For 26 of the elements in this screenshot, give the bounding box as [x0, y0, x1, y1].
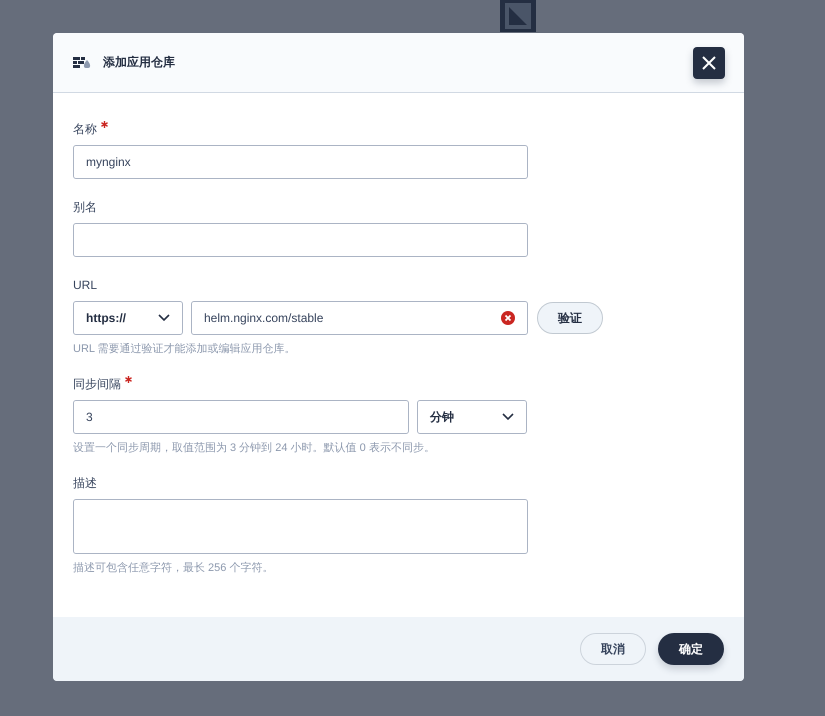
app-logo-icon: [500, 0, 536, 32]
url-field[interactable]: helm.nginx.com/stable: [191, 301, 528, 335]
verify-button[interactable]: 验证: [537, 302, 603, 334]
unit-dropdown[interactable]: 分钟: [417, 400, 527, 434]
field-label: 别名: [73, 199, 97, 215]
clear-icon[interactable]: [501, 311, 515, 325]
close-icon: [701, 54, 717, 70]
text-field[interactable]: mynginx: [73, 145, 528, 179]
description-field[interactable]: [73, 499, 528, 554]
field-label: 描述: [73, 475, 97, 491]
text-field[interactable]: [73, 223, 528, 257]
dialog-title: 添加应用仓库: [103, 54, 176, 71]
chevron-down-icon: [502, 413, 514, 421]
field-label: 名称: [73, 121, 97, 137]
field-label: URL: [73, 277, 98, 293]
confirm-button[interactable]: 确定: [658, 633, 724, 665]
cancel-button[interactable]: 取消: [580, 633, 646, 665]
field-hint: URL 需要通过验证才能添加或编辑应用仓库。: [73, 342, 297, 356]
repository-icon: [73, 56, 91, 70]
protocol-dropdown[interactable]: https://: [73, 301, 183, 335]
field-hint: 描述可包含任意字符，最长 256 个字符。: [73, 561, 274, 575]
chevron-down-icon: [158, 314, 170, 322]
field-hint: 设置一个同步周期，取值范围为 3 分钟到 24 小时。默认值 0 表示不同步。: [73, 441, 436, 455]
interval-field[interactable]: 3: [73, 400, 409, 434]
close-button[interactable]: [693, 46, 725, 78]
field-label: 同步间隔: [73, 376, 121, 392]
